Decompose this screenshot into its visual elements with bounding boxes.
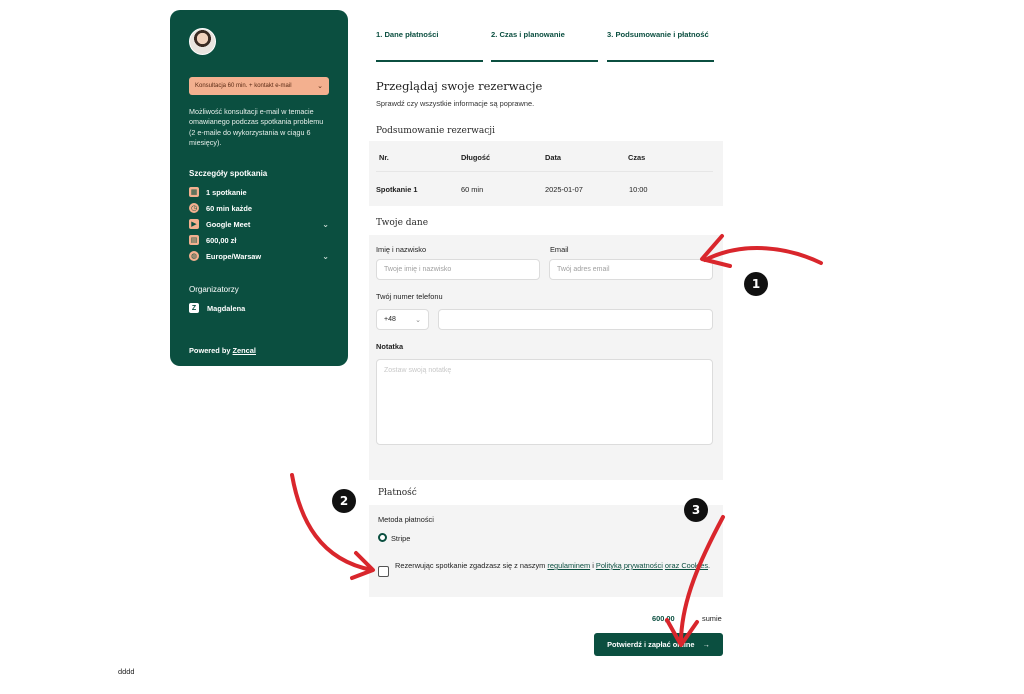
chevron-down-icon: ⌄: [322, 251, 329, 261]
privacy-policy-link[interactable]: Polityką prywatności: [596, 561, 663, 570]
consent-suffix: .: [708, 561, 711, 570]
step-1-indicator: [376, 60, 483, 62]
detail-timezone[interactable]: ◍ Europe/Warsaw ⌄: [189, 250, 329, 262]
phone-label: Twój numer telefonu: [376, 292, 443, 301]
terms-checkbox[interactable]: [378, 566, 389, 577]
header-date: Data: [545, 153, 562, 162]
cookies-link[interactable]: oraz Cookies: [665, 561, 708, 570]
step-3-indicator: [607, 60, 714, 62]
powered-by: Powered by Zencal: [189, 346, 256, 355]
note-textarea[interactable]: Zostaw swoją notatkę: [376, 359, 713, 445]
footer-text: dddd: [118, 667, 135, 676]
total-amount: 600,00 sumie: [652, 614, 722, 623]
meeting-details-title: Szczegóły spotkania: [189, 169, 268, 178]
chevron-down-icon: ⌄: [415, 316, 421, 324]
summary-table: [369, 141, 723, 206]
zencal-logo-icon: Z: [189, 303, 199, 313]
country-code-value: +48: [384, 316, 396, 323]
phone-field[interactable]: [438, 309, 713, 330]
chevron-down-icon: ⌄: [317, 83, 323, 90]
organizer-row: Z Magdalena: [189, 303, 245, 313]
step-2-indicator: [491, 60, 598, 62]
arrow-right-icon: →: [702, 640, 710, 649]
detail-duration: ◷ 60 min każde: [189, 202, 329, 214]
detail-platform[interactable]: ▶ Google Meet ⌄: [189, 218, 329, 230]
total-suffix: sumie: [702, 614, 722, 623]
cell-nr: Spotkanie 1: [376, 185, 418, 194]
detail-sessions-text: 1 spotkanie: [206, 187, 247, 197]
globe-icon: ◍: [189, 251, 199, 261]
detail-price-text: 600,00 zł: [206, 235, 237, 245]
booking-sidebar: Konsultacja 60 min. + kontakt e-mail ⌄ M…: [170, 10, 348, 366]
step-2[interactable]: 2. Czas i planowanie: [491, 29, 598, 40]
annotation-badge-2: 2: [332, 489, 356, 513]
stripe-label[interactable]: Stripe: [391, 534, 410, 543]
plan-select[interactable]: Konsultacja 60 min. + kontakt e-mail ⌄: [189, 77, 329, 95]
page-subtitle: Sprawdź czy wszystkie informacje są popr…: [376, 99, 535, 108]
consent-prefix: Rezerwując spotkanie zgadzasz się z nasz…: [395, 561, 548, 570]
clock-icon: ◷: [189, 203, 199, 213]
cell-date: 2025-01-07: [545, 185, 583, 194]
page-title: Przeglądaj swoje rezerwacje: [376, 79, 543, 93]
your-data-title: Twoje dane: [376, 218, 429, 228]
chevron-down-icon: ⌄: [322, 219, 329, 229]
organizers-title: Organizatorzy: [189, 285, 239, 294]
detail-sessions: ▦ 1 spotkanie: [189, 186, 329, 198]
terms-link[interactable]: regulaminem: [547, 561, 590, 570]
total-value: 600,00: [652, 614, 675, 623]
name-field[interactable]: Twoje imię i nazwisko: [376, 259, 540, 280]
cell-time: 10:00: [629, 185, 648, 194]
detail-platform-text: Google Meet: [206, 219, 251, 229]
video-camera-icon: ▶: [189, 219, 199, 229]
payment-title: Płatność: [378, 488, 417, 498]
detail-timezone-text: Europe/Warsaw: [206, 251, 262, 261]
country-code-select[interactable]: +48 ⌄: [376, 309, 429, 330]
organizer-name: Magdalena: [207, 303, 246, 313]
email-label: Email: [550, 245, 569, 254]
payment-method-label: Metoda płatności: [378, 515, 434, 524]
annotation-badge-3: 3: [684, 498, 708, 522]
note-label: Notatka: [376, 342, 404, 351]
header-time: Czas: [628, 153, 646, 162]
stripe-radio[interactable]: [378, 533, 387, 542]
summary-title: Podsumowanie rezerwacji: [376, 126, 495, 136]
terms-consent-text: Rezerwując spotkanie zgadzasz się z nasz…: [395, 559, 715, 572]
plan-select-value: Konsultacja 60 min. + kontakt e-mail: [195, 83, 292, 89]
confirm-and-pay-label: Potwierdź i zapłać online: [607, 640, 695, 649]
wallet-icon: ▤: [189, 235, 199, 245]
header-length: Długość: [461, 153, 491, 162]
step-1[interactable]: 1. Dane płatności: [376, 29, 483, 40]
plan-description: Możliwość konsultacji e-mail w temacie o…: [189, 107, 324, 148]
step-3[interactable]: 3. Podsumowanie i płatność: [607, 29, 714, 40]
powered-by-prefix: Powered by: [189, 346, 233, 355]
detail-price: ▤ 600,00 zł: [189, 234, 329, 246]
confirm-and-pay-button[interactable]: Potwierdź i zapłać online →: [594, 633, 723, 656]
header-nr: Nr.: [379, 153, 389, 162]
zencal-link[interactable]: Zencal: [233, 346, 256, 355]
table-divider: [376, 171, 713, 172]
calendar-icon: ▦: [189, 187, 199, 197]
cell-length: 60 min: [461, 185, 484, 194]
organizer-avatar: [189, 28, 216, 55]
annotation-badge-1: 1: [744, 272, 768, 296]
email-field[interactable]: Twój adres email: [549, 259, 713, 280]
annotation-arrow-2: [290, 473, 374, 572]
detail-duration-text: 60 min każde: [206, 203, 253, 213]
name-label: Imię i nazwisko: [376, 245, 427, 254]
